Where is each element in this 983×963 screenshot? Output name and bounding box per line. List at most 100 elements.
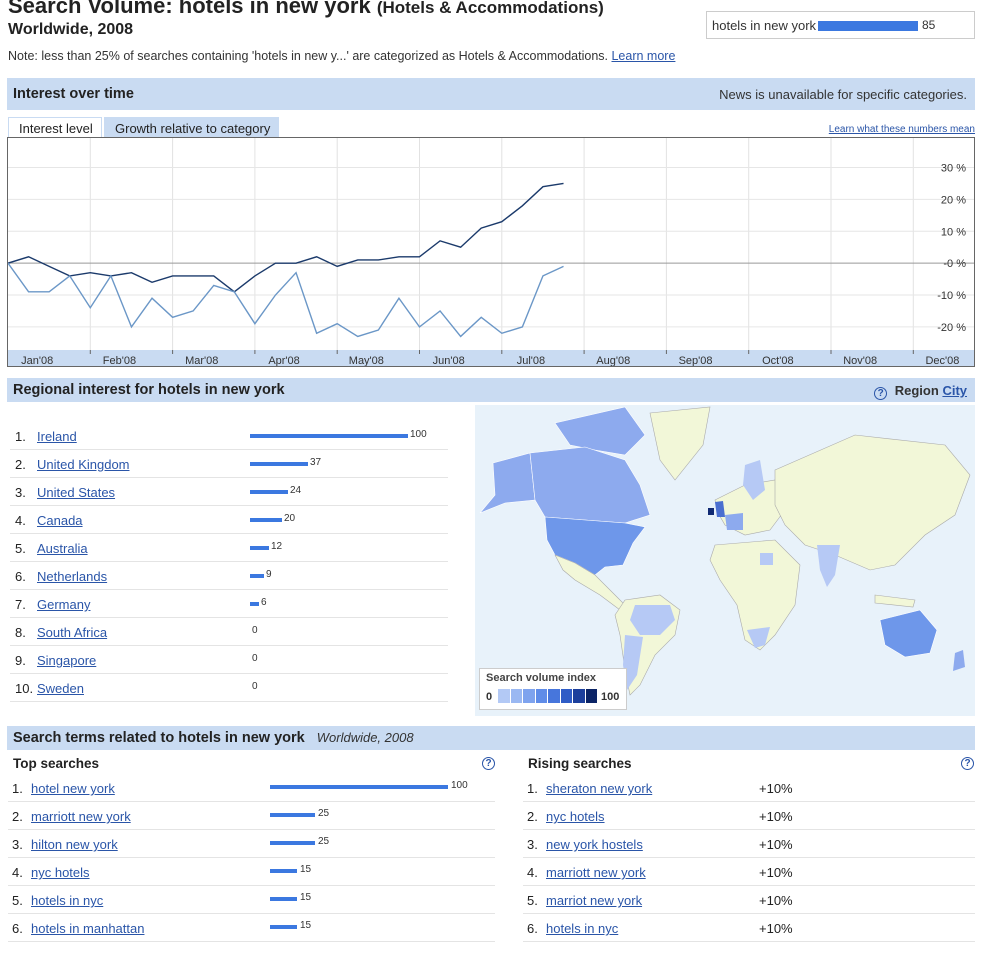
rising-search-value: +10% <box>759 893 793 908</box>
rising-search-link[interactable]: marriott new york <box>546 865 646 880</box>
region-selector: ? Region City <box>874 383 967 400</box>
y-tick-label: 30 % <box>941 163 966 175</box>
y-tick-label: 10 % <box>941 226 966 238</box>
rising-search-rank: 2. <box>527 809 538 824</box>
rising-help-icon[interactable]: ? <box>961 757 974 770</box>
top-search-link[interactable]: hotels in manhattan <box>31 921 144 936</box>
regional-rank: 3. <box>15 485 26 500</box>
regional-country-link[interactable]: South Africa <box>37 625 107 640</box>
rising-search-link[interactable]: sheraton new york <box>546 781 652 796</box>
map-legend-max: 100 <box>601 691 620 703</box>
top-search-bar <box>270 869 297 873</box>
rising-search-rank: 5. <box>527 893 538 908</box>
tab-growth-relative[interactable]: Growth relative to category <box>104 117 279 138</box>
rising-search-link[interactable]: nyc hotels <box>546 809 605 824</box>
top-search-link[interactable]: marriott new york <box>31 809 131 824</box>
top-help-icon[interactable]: ? <box>482 757 495 770</box>
map-legend-swatch <box>573 689 586 703</box>
learn-more-link[interactable]: Learn more <box>611 49 675 63</box>
regional-row: 1. Ireland 100 <box>10 422 448 450</box>
map-greenland <box>649 406 711 481</box>
top-search-row: 6. hotels in manhattan 15 <box>8 914 495 942</box>
legend-bar <box>818 21 918 31</box>
top-search-link[interactable]: hilton new york <box>31 837 118 852</box>
series-line <box>8 262 564 338</box>
top-search-value: 15 <box>300 864 312 875</box>
rising-search-rank: 1. <box>527 781 538 796</box>
regional-country-link[interactable]: Netherlands <box>37 569 107 584</box>
regional-bar <box>250 602 259 606</box>
regional-country-link[interactable]: Sweden <box>37 681 84 696</box>
tab-interest-level[interactable]: Interest level <box>8 117 102 138</box>
regional-country-link[interactable]: Ireland <box>37 429 77 444</box>
related-title: Search terms related to hotels in new yo… <box>13 730 414 746</box>
x-tick-label: Jul'08 <box>517 355 545 366</box>
top-search-bar <box>270 785 448 789</box>
x-tick-label: Dec'08 <box>925 355 959 366</box>
x-tick-label: Apr'08 <box>268 355 299 366</box>
x-tick-label: Mar'08 <box>185 355 218 366</box>
top-search-link[interactable]: hotels in nyc <box>31 893 103 908</box>
rising-search-row: 5. marriot new york +10% <box>523 886 975 914</box>
rising-search-value: +10% <box>759 781 793 796</box>
rising-search-link[interactable]: marriot new york <box>546 893 642 908</box>
rising-searches-title: Rising searches <box>528 756 632 771</box>
map-new-zealand <box>953 650 965 671</box>
x-tick-label: Jan'08 <box>21 355 53 366</box>
regional-rank: 6. <box>15 569 26 584</box>
regional-value: 24 <box>290 485 302 496</box>
map-legend-swatch <box>585 689 598 703</box>
regional-value: 20 <box>284 513 296 524</box>
regional-row: 10. Sweden 0 <box>10 674 448 702</box>
regional-rank: 2. <box>15 457 26 472</box>
map-canada <box>529 446 651 524</box>
x-tick-label: Sep'08 <box>679 355 713 366</box>
regional-rank: 4. <box>15 513 26 528</box>
regional-rank: 7. <box>15 597 26 612</box>
regional-rank: 10. <box>15 681 34 696</box>
regional-country-link[interactable]: Singapore <box>37 653 96 668</box>
regional-country-link[interactable]: Canada <box>37 513 83 528</box>
learn-numbers-link[interactable]: Learn what these numbers mean <box>829 124 975 135</box>
top-search-link[interactable]: hotel new york <box>31 781 115 796</box>
map-legend-swatch <box>523 689 536 703</box>
regional-country-link[interactable]: Germany <box>37 597 90 612</box>
map-legend-title: Search volume index <box>486 672 597 684</box>
page-subtitle: Worldwide, 2008 <box>8 21 134 38</box>
legend-term: hotels in new york <box>712 18 817 33</box>
map-egypt <box>760 553 773 565</box>
top-search-rank: 4. <box>12 865 23 880</box>
top-search-value: 15 <box>300 892 312 903</box>
rising-search-link[interactable]: hotels in nyc <box>546 921 618 936</box>
top-search-link[interactable]: nyc hotels <box>31 865 90 880</box>
region-label: Region <box>894 383 939 398</box>
city-link[interactable]: City <box>942 383 967 398</box>
map-legend-swatch <box>548 689 561 703</box>
y-tick-label: -20 % <box>937 322 966 334</box>
regional-rank: 8. <box>15 625 26 640</box>
regional-value: 37 <box>310 457 322 468</box>
regional-country-link[interactable]: United States <box>37 485 115 500</box>
map-asia <box>774 434 971 571</box>
interest-header: Interest over time News is unavailable f… <box>7 78 975 110</box>
rising-search-value: +10% <box>759 809 793 824</box>
map-australia <box>879 609 938 658</box>
help-icon[interactable]: ? <box>874 387 888 400</box>
top-search-row: 3. hilton new york 25 <box>8 830 495 858</box>
y-tick-label: -0 % <box>943 258 966 270</box>
map-alaska <box>479 452 536 514</box>
regional-country-link[interactable]: United Kingdom <box>37 457 130 472</box>
regional-country-link[interactable]: Australia <box>37 541 88 556</box>
top-search-bar <box>270 841 315 845</box>
top-search-rank: 1. <box>12 781 23 796</box>
regional-bar <box>250 546 269 550</box>
rising-search-rank: 6. <box>527 921 538 936</box>
regional-value: 0 <box>252 653 258 664</box>
rising-search-link[interactable]: new york hostels <box>546 837 643 852</box>
rising-search-row: 4. marriott new york +10% <box>523 858 975 886</box>
x-tick-label: May'08 <box>349 355 384 366</box>
regional-rank: 1. <box>15 429 26 444</box>
interest-chart-svg: 30 % 20 % 10 % -0 % -10 % -20 % Jan'08 Feb'08 Ma… <box>8 138 974 366</box>
map-legend: Search volume index 0 100 <box>479 668 627 710</box>
x-tick-label: Aug'08 <box>596 355 630 366</box>
